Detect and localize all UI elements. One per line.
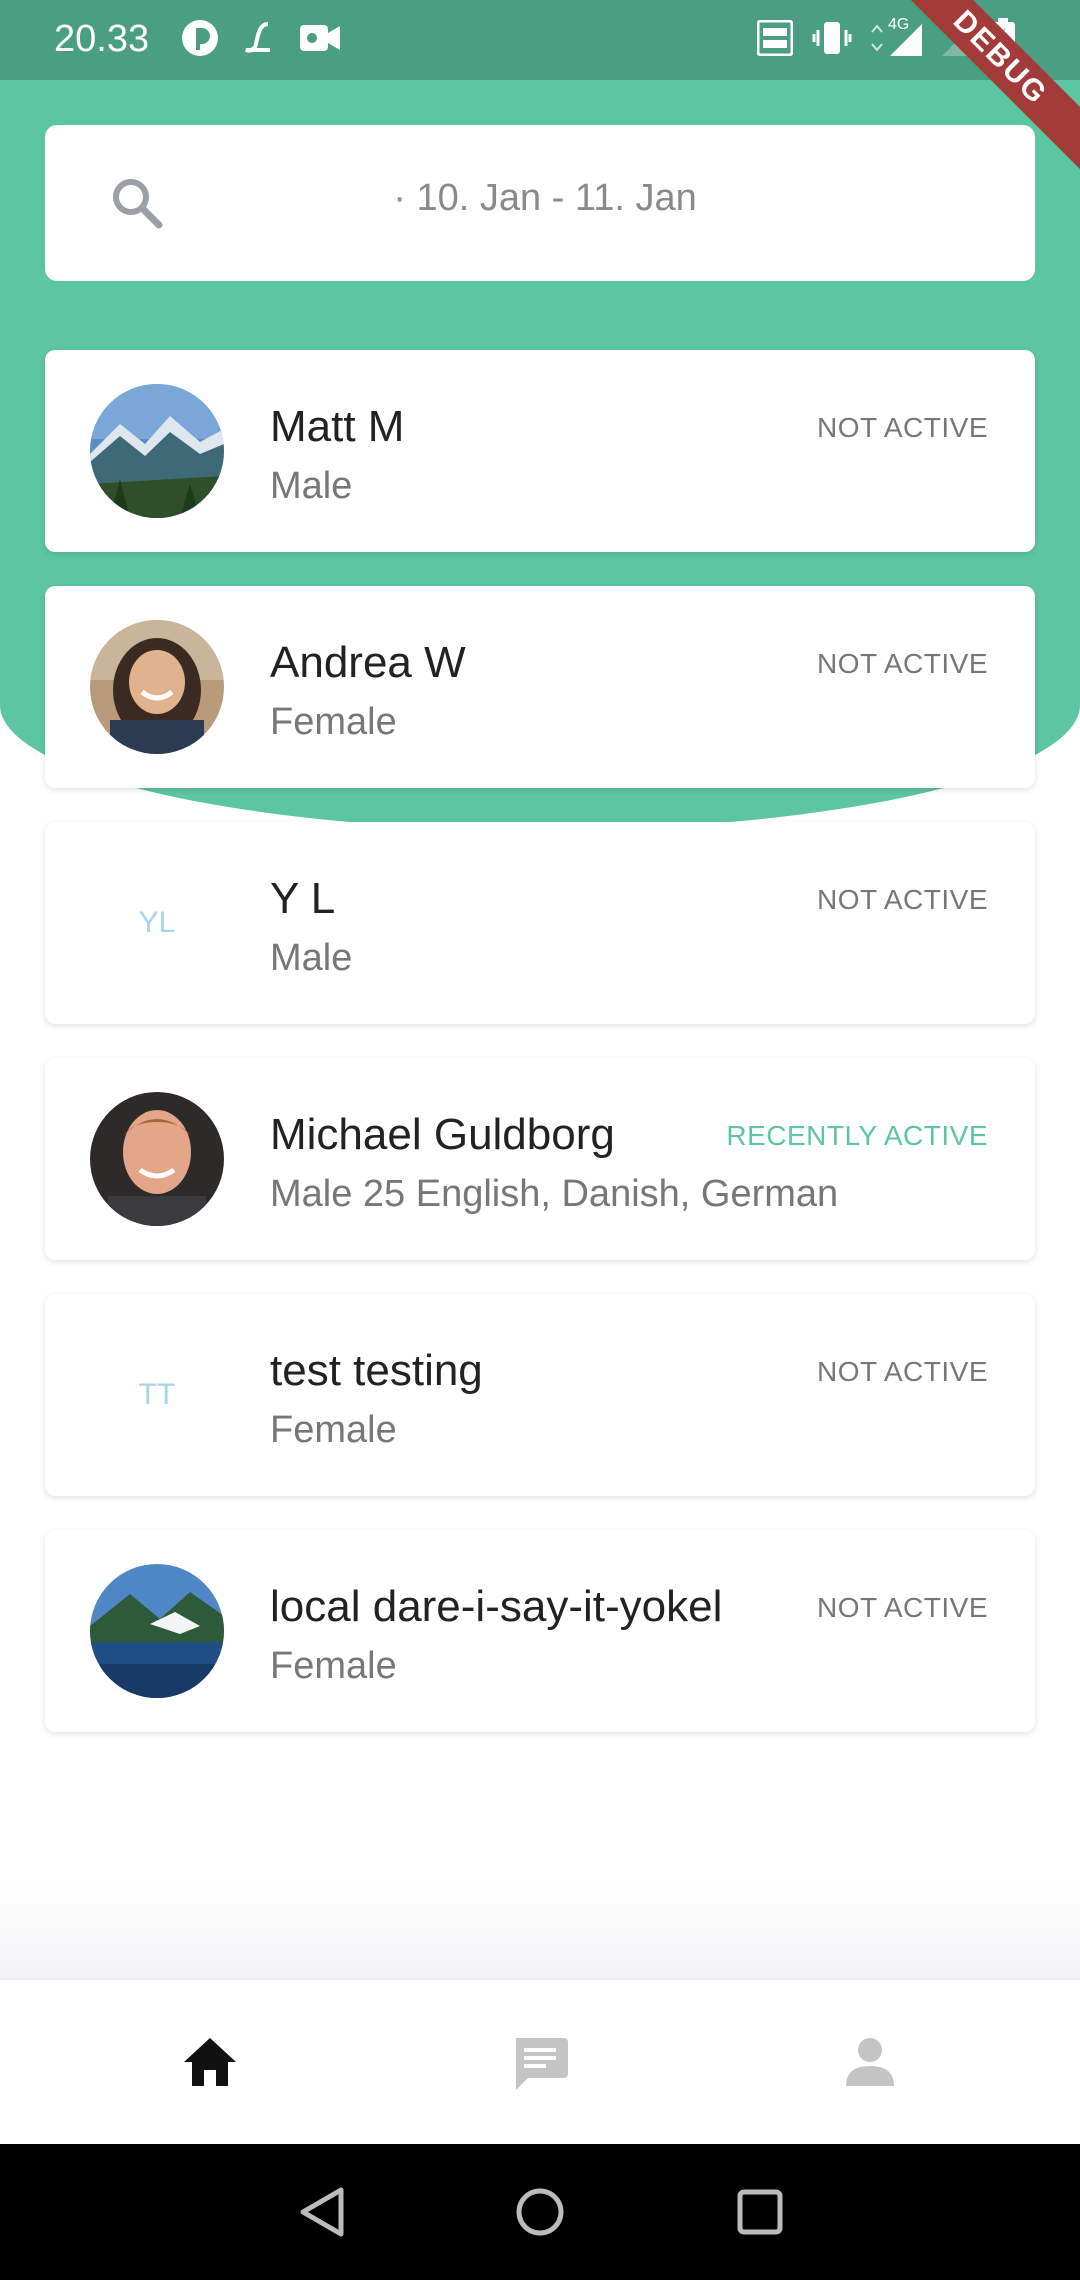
user-name: Michael Guldborg	[270, 1110, 615, 1159]
profile-icon[interactable]	[820, 2012, 920, 2112]
user-subtitle: Female	[270, 701, 397, 743]
avatar-initials: YL	[138, 906, 176, 939]
user-subtitle: Female	[270, 1645, 397, 1687]
script-l-icon	[240, 18, 280, 58]
avatar	[90, 620, 224, 754]
status-badge: RECENTLY ACTIVE	[726, 1120, 988, 1151]
status-bar: 20.33 4G	[0, 0, 1080, 80]
status-badge: NOT ACTIVE	[817, 884, 988, 915]
status-time: 20.33	[54, 18, 150, 60]
status-badge: NOT ACTIVE	[817, 1592, 988, 1623]
avatar	[90, 384, 224, 518]
user-card[interactable]: Michael Guldborg Male 25 English, Danish…	[45, 1058, 1035, 1260]
video-camera-icon	[298, 18, 342, 58]
user-name: Matt M	[270, 402, 405, 451]
user-name: Andrea W	[270, 638, 466, 687]
status-badge: NOT ACTIVE	[817, 1356, 988, 1387]
user-card[interactable]: TT test testing Female NOT ACTIVE	[45, 1294, 1035, 1496]
user-name: Y L	[270, 874, 336, 923]
vibrate-icon	[812, 18, 852, 58]
system-navigation-bar	[0, 2144, 1080, 2280]
user-subtitle: Male	[270, 465, 353, 507]
date-range-text[interactable]: · 10. Jan - 11. Jan	[45, 177, 1035, 220]
user-subtitle: Female	[270, 1409, 397, 1451]
bottom-navigation	[0, 1980, 1080, 2144]
list-bottom-fade	[0, 1880, 1080, 1980]
chat-icon[interactable]	[490, 2012, 590, 2112]
user-card[interactable]: local dare-i-say-it-yokel Female NOT ACT…	[45, 1530, 1035, 1732]
app-notification-icon	[180, 18, 220, 58]
home-icon[interactable]	[160, 2012, 260, 2112]
user-name: local dare-i-say-it-yokel	[270, 1582, 723, 1631]
home-circle-icon[interactable]	[510, 2182, 570, 2242]
avatar-initials: TT	[138, 1378, 176, 1411]
signal-4g-icon: 4G	[868, 16, 928, 58]
recents-icon[interactable]	[730, 2182, 790, 2242]
user-card[interactable]: YL Y L Male NOT ACTIVE	[45, 822, 1035, 1024]
date-search-box[interactable]: · 10. Jan - 11. Jan	[45, 125, 1035, 281]
status-badge: NOT ACTIVE	[817, 648, 988, 679]
user-name: test testing	[270, 1346, 483, 1395]
avatar	[90, 1564, 224, 1698]
user-card[interactable]: Andrea W Female NOT ACTIVE	[45, 586, 1035, 788]
avatar	[90, 1092, 224, 1226]
status-badge: NOT ACTIVE	[817, 412, 988, 443]
volte-icon	[756, 18, 794, 58]
user-subtitle: Male 25 English, Danish, German	[270, 1173, 839, 1215]
back-icon[interactable]	[292, 2182, 352, 2242]
network-label: 4G	[888, 16, 910, 33]
user-subtitle: Male	[270, 937, 353, 979]
user-card[interactable]: Matt M Male NOT ACTIVE	[45, 350, 1035, 552]
